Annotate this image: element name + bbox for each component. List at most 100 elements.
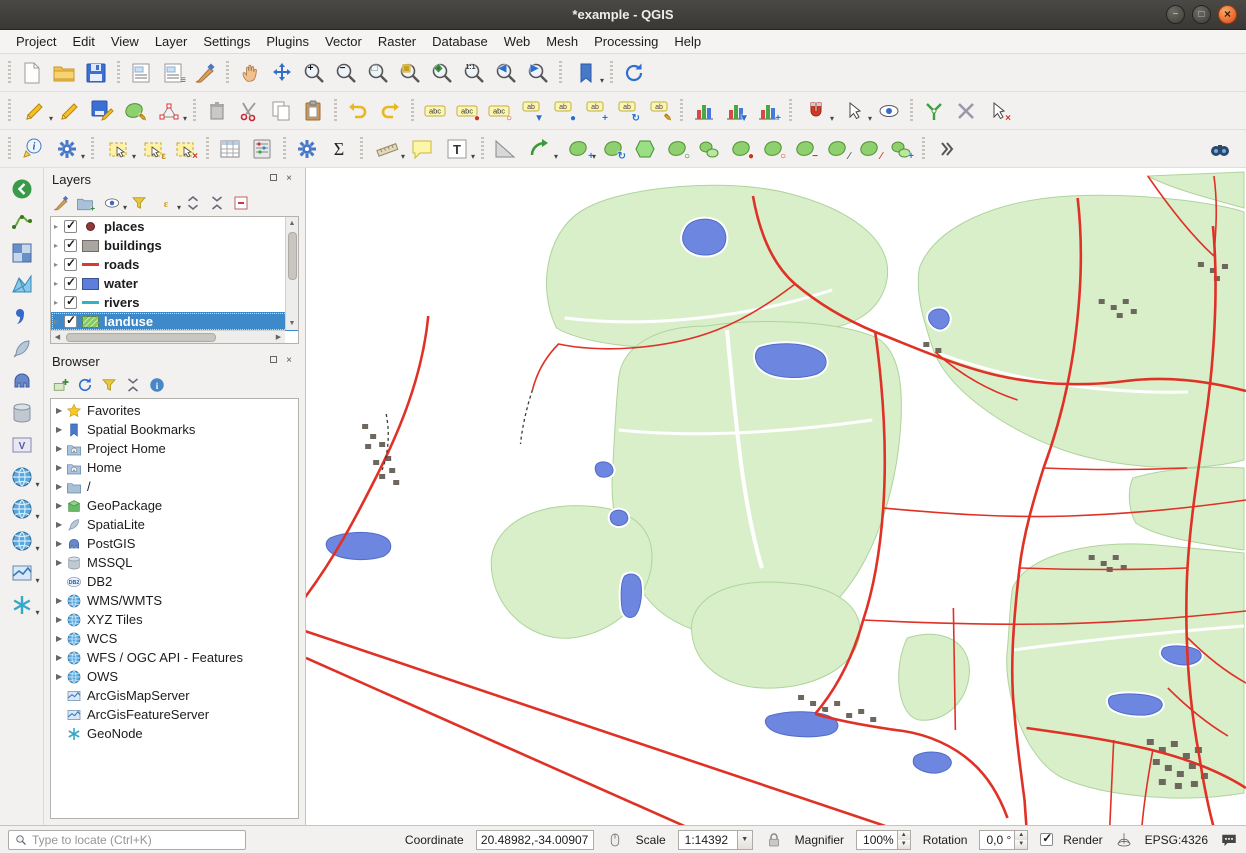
add-vector-layer[interactable] xyxy=(7,206,37,236)
expander-icon[interactable]: ▶ xyxy=(54,406,66,415)
save-project[interactable] xyxy=(81,58,111,88)
horizontal-scrollbar[interactable]: ◀ ▶ xyxy=(51,330,285,343)
split-features[interactable]: ∕ xyxy=(854,134,884,164)
layer-checkbox[interactable] xyxy=(64,277,77,290)
add-selected-layers[interactable] xyxy=(49,373,73,397)
epsg-status[interactable]: EPSG:4326 xyxy=(1145,833,1208,847)
menu-layer[interactable]: Layer xyxy=(147,31,196,52)
browser-item-ows[interactable]: ▶OWS xyxy=(51,667,298,686)
label-show-hide[interactable]: ● xyxy=(548,96,578,126)
spin-down-icon[interactable]: ▼ xyxy=(898,840,910,849)
run-feature-action[interactable]: ▾ xyxy=(49,134,85,164)
filter-by-expression[interactable]: ▾ xyxy=(151,191,181,215)
zoom-full[interactable]: □ xyxy=(363,58,393,88)
browser-item-wfs-ogc-api-features[interactable]: ▶WFS / OGC API - Features xyxy=(51,648,298,667)
add-arcgis-layer[interactable]: ▾ xyxy=(4,558,40,588)
label-change[interactable]: ✎ xyxy=(644,96,674,126)
expander-icon[interactable]: ▶ xyxy=(54,463,66,472)
text-annotation[interactable]: ▾ xyxy=(439,134,475,164)
open-attribute-table[interactable] xyxy=(215,134,245,164)
label-pin-unpin[interactable]: ▼ xyxy=(516,96,546,126)
layout-manager[interactable]: ≡ xyxy=(158,58,188,88)
merge-features[interactable]: + xyxy=(886,134,916,164)
toolbar-overflow[interactable] xyxy=(931,134,961,164)
diagram-options[interactable] xyxy=(689,96,719,126)
expander-icon[interactable]: ▸ xyxy=(54,317,64,326)
spin-up-icon[interactable]: ▲ xyxy=(898,831,910,840)
messages-icon[interactable] xyxy=(1220,831,1238,849)
expander-icon[interactable]: ▶ xyxy=(54,520,66,529)
label-rotate[interactable]: ↻ xyxy=(612,96,642,126)
zoom-out[interactable]: − xyxy=(331,58,361,88)
menu-database[interactable]: Database xyxy=(424,31,496,52)
expander-icon[interactable]: ▸ xyxy=(54,222,64,231)
vertical-scrollbar[interactable]: ▲ ▼ xyxy=(285,217,298,330)
browser-item-spatialite[interactable]: ▶SpatiaLite xyxy=(51,515,298,534)
menu-vector[interactable]: Vector xyxy=(317,31,370,52)
browser-item-arcgismapserver[interactable]: ArcGisMapServer xyxy=(51,686,298,705)
cut-features[interactable] xyxy=(234,96,264,126)
browser-item-favorites[interactable]: ▶Favorites xyxy=(51,401,298,420)
titlebar[interactable]: *example - QGIS − □ × xyxy=(0,0,1246,30)
add-virtual-layer[interactable] xyxy=(7,430,37,460)
close-button[interactable]: × xyxy=(1218,5,1237,24)
menu-settings[interactable]: Settings xyxy=(195,31,258,52)
redo[interactable] xyxy=(375,96,405,126)
browser-item-wms-wmts[interactable]: ▶WMS/WMTS xyxy=(51,591,298,610)
zoom-to-layer[interactable]: ◈ xyxy=(427,58,457,88)
extents-toggle-icon[interactable] xyxy=(606,831,624,849)
collapse-all[interactable] xyxy=(205,191,229,215)
menu-plugins[interactable]: Plugins xyxy=(258,31,317,52)
expander-icon[interactable]: ▸ xyxy=(54,298,64,307)
zoom-native[interactable]: 1:1 xyxy=(459,58,489,88)
expand-all[interactable] xyxy=(181,191,205,215)
zoom-in[interactable]: + xyxy=(299,58,329,88)
expander-icon[interactable]: ▸ xyxy=(54,279,64,288)
scroll-right-icon[interactable]: ▶ xyxy=(272,331,285,344)
menu-view[interactable]: View xyxy=(103,31,147,52)
layer-labeling-options[interactable] xyxy=(420,96,450,126)
add-polygon-feature[interactable]: ✎ xyxy=(119,96,149,126)
scroll-left-icon[interactable]: ◀ xyxy=(51,331,64,344)
layer-row-landuse[interactable]: ▸landuse xyxy=(51,312,298,331)
expander-icon[interactable]: ▶ xyxy=(54,558,66,567)
add-postgis-layer[interactable] xyxy=(7,366,37,396)
measure-line[interactable]: ▾ xyxy=(369,134,405,164)
expander-icon[interactable]: ▶ xyxy=(54,444,66,453)
deselect-all[interactable]: × xyxy=(170,134,200,164)
expander-icon[interactable]: ▶ xyxy=(54,596,66,605)
float-panel-button[interactable] xyxy=(265,171,281,187)
browser-item-postgis[interactable]: ▶PostGIS xyxy=(51,534,298,553)
browser-item-spatial-bookmarks[interactable]: ▶Spatial Bookmarks xyxy=(51,420,298,439)
lock-scale-icon[interactable] xyxy=(765,831,783,849)
spin-buttons[interactable]: ▲▼ xyxy=(897,831,910,849)
add-delimited-text-layer[interactable] xyxy=(7,302,37,332)
expander-icon[interactable]: ▶ xyxy=(54,615,66,624)
snapping-options[interactable]: ▾ xyxy=(798,96,834,126)
browser-item-wcs[interactable]: ▶WCS xyxy=(51,629,298,648)
spin-buttons[interactable]: ▲▼ xyxy=(1014,831,1027,849)
select-by-expression[interactable]: ε xyxy=(138,134,168,164)
save-layer-edits[interactable] xyxy=(87,96,117,126)
vertex-tool[interactable]: ▾ xyxy=(151,96,187,126)
layer-row-water[interactable]: ▸water xyxy=(51,274,298,293)
refresh[interactable] xyxy=(619,58,649,88)
reshape-features[interactable]: ∕ xyxy=(822,134,852,164)
browser-item-mssql[interactable]: ▶MSSQL xyxy=(51,553,298,572)
add-group[interactable]: + xyxy=(73,191,97,215)
layer-checkbox[interactable] xyxy=(64,258,77,271)
layer-row-roads[interactable]: ▸roads xyxy=(51,255,298,274)
zoom-last[interactable]: ◀ xyxy=(491,58,521,88)
expander-icon[interactable]: ▶ xyxy=(54,653,66,662)
menu-project[interactable]: Project xyxy=(8,31,64,52)
remove-layer[interactable] xyxy=(229,191,253,215)
pan-map[interactable] xyxy=(235,58,265,88)
new-print-layout[interactable] xyxy=(126,58,156,88)
add-ring[interactable]: ○ xyxy=(662,134,692,164)
zoom-to-selection[interactable]: ▣ xyxy=(395,58,425,88)
layer-checkbox[interactable] xyxy=(64,239,77,252)
add-geonode-layer[interactable]: ▾ xyxy=(4,590,40,620)
browser-item-project-home[interactable]: ▶Project Home xyxy=(51,439,298,458)
scroll-up-icon[interactable]: ▲ xyxy=(286,217,299,230)
add-spatialite-layer[interactable] xyxy=(7,334,37,364)
